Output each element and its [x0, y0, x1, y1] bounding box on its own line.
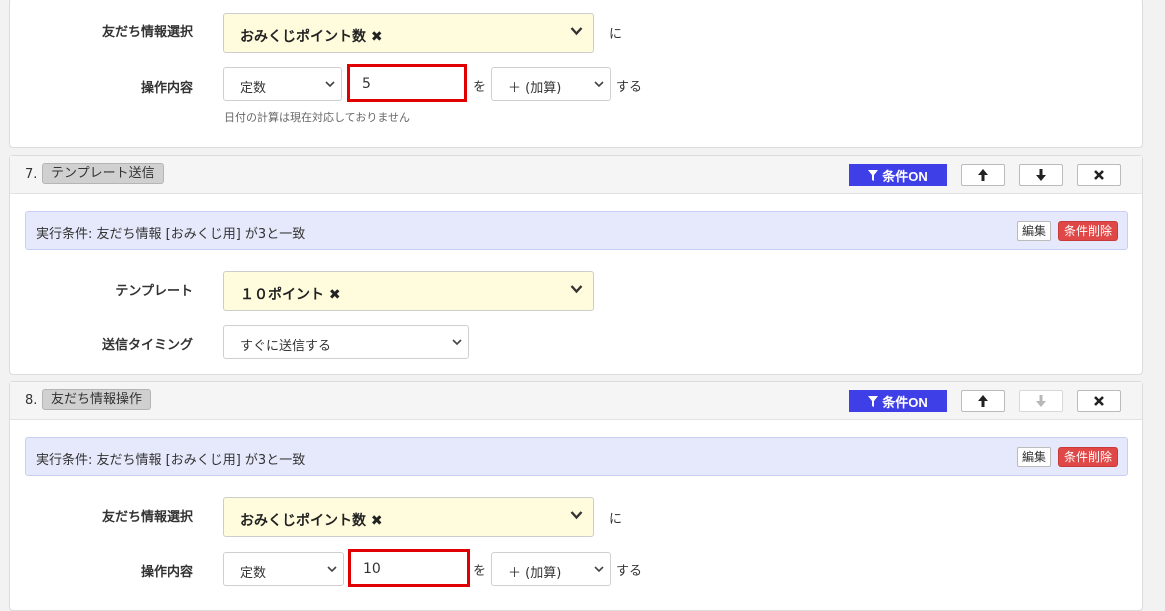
- chevron-down-icon: [327, 565, 337, 573]
- move-up-button[interactable]: [961, 390, 1005, 412]
- operation-select[interactable]: ＋ (加算): [491, 552, 611, 586]
- timing-select[interactable]: すぐに送信する: [223, 325, 469, 359]
- step-number: 8.: [25, 393, 38, 408]
- suffix-suru: する: [616, 80, 643, 95]
- execution-condition-bar: 実行条件: 友だち情報 [おみくじ用] が3と一致 編集 条件削除: [25, 211, 1128, 250]
- edit-condition-button[interactable]: 編集: [1017, 447, 1052, 467]
- delete-step-button[interactable]: [1077, 390, 1121, 412]
- filter-icon: [868, 169, 879, 181]
- template-value: １０ポイント ✖: [240, 287, 341, 303]
- move-up-button[interactable]: [961, 164, 1005, 186]
- operation-value: ＋ (加算): [508, 81, 562, 96]
- condition-on-label: 条件ON: [882, 168, 928, 184]
- amount-value: 10: [363, 561, 381, 577]
- close-icon: [1093, 169, 1105, 181]
- execution-condition-bar: 実行条件: 友だち情報 [おみくじ用] が3と一致 編集 条件削除: [25, 437, 1128, 476]
- arrow-up-icon: [977, 395, 989, 407]
- template-label: テンプレート: [115, 284, 193, 299]
- step-type-tag: テンプレート送信: [42, 163, 164, 184]
- friend-info-label: 友だち情報選択: [101, 25, 193, 40]
- operation-label: 操作内容: [140, 565, 193, 580]
- step-7-header: 7. テンプレート送信 条件ON: [10, 156, 1142, 194]
- mode-value: 定数: [240, 566, 267, 581]
- delete-condition-button[interactable]: 条件削除: [1058, 221, 1119, 241]
- delete-condition-button[interactable]: 条件削除: [1058, 447, 1119, 467]
- chevron-down-icon: [452, 338, 462, 346]
- operation-label: 操作内容: [140, 81, 193, 96]
- chevron-down-icon: [594, 565, 604, 573]
- chevron-down-icon: [570, 510, 583, 520]
- condition-on-button[interactable]: 条件ON: [849, 164, 947, 186]
- arrow-up-icon: [977, 169, 989, 181]
- step-8-header: 8. 友だち情報操作 条件ON: [10, 382, 1142, 420]
- amount-input[interactable]: 5: [347, 64, 467, 102]
- suffix-suru: する: [616, 564, 643, 579]
- condition-on-label: 条件ON: [882, 394, 928, 410]
- suffix-wo: を: [473, 80, 487, 95]
- amount-input[interactable]: 10: [348, 549, 470, 587]
- chevron-down-icon: [570, 284, 583, 294]
- operation-select[interactable]: ＋ (加算): [491, 67, 611, 101]
- execution-condition-text: 実行条件: 友だち情報 [おみくじ用] が3と一致: [36, 227, 306, 242]
- chevron-down-icon: [594, 80, 604, 88]
- chevron-down-icon: [570, 26, 583, 36]
- friend-info-label: 友だち情報選択: [101, 510, 193, 525]
- friend-info-select[interactable]: おみくじポイント数 ✖: [223, 13, 594, 53]
- suffix-ni: に: [609, 27, 623, 42]
- timing-value: すぐに送信する: [240, 339, 332, 354]
- suffix-ni: に: [609, 512, 623, 527]
- mode-select[interactable]: 定数: [223, 552, 344, 586]
- template-select[interactable]: １０ポイント ✖: [223, 271, 594, 311]
- arrow-down-icon: [1035, 395, 1047, 407]
- friend-info-value: おみくじポイント数 ✖: [240, 513, 383, 529]
- filter-icon: [868, 395, 879, 407]
- operation-value: ＋ (加算): [508, 566, 562, 581]
- amount-value: 5: [362, 76, 371, 92]
- timing-label: 送信タイミング: [101, 338, 193, 353]
- arrow-down-icon: [1035, 169, 1047, 181]
- execution-condition-text: 実行条件: 友だち情報 [おみくじ用] が3と一致: [36, 453, 306, 468]
- condition-on-button[interactable]: 条件ON: [849, 390, 947, 412]
- mode-value: 定数: [240, 81, 267, 96]
- step-6-card: 友だち情報選択 おみくじポイント数 ✖ に 操作内容 定数 5 を ＋ (加算)…: [9, 0, 1143, 148]
- chevron-down-icon: [325, 80, 335, 88]
- step-type-tag: 友だち情報操作: [42, 389, 152, 410]
- friend-info-select[interactable]: おみくじポイント数 ✖: [223, 497, 594, 537]
- friend-info-value: おみくじポイント数 ✖: [240, 29, 383, 45]
- mode-select[interactable]: 定数: [223, 67, 342, 101]
- step-7-card: 7. テンプレート送信 条件ON 実行条件: 友だち情報 [おみくじ用] が3と…: [9, 155, 1143, 375]
- delete-step-button[interactable]: [1077, 164, 1121, 186]
- step-8-card: 8. 友だち情報操作 条件ON 実行条件: 友だち情報 [おみくじ用] が3と一…: [9, 381, 1143, 611]
- move-down-button[interactable]: [1019, 390, 1063, 412]
- date-calc-note: 日付の計算は現在対応しておりません: [224, 111, 411, 124]
- step-number: 7.: [25, 167, 38, 182]
- close-icon: [1093, 395, 1105, 407]
- move-down-button[interactable]: [1019, 164, 1063, 186]
- edit-condition-button[interactable]: 編集: [1017, 221, 1052, 241]
- suffix-wo: を: [473, 564, 487, 579]
